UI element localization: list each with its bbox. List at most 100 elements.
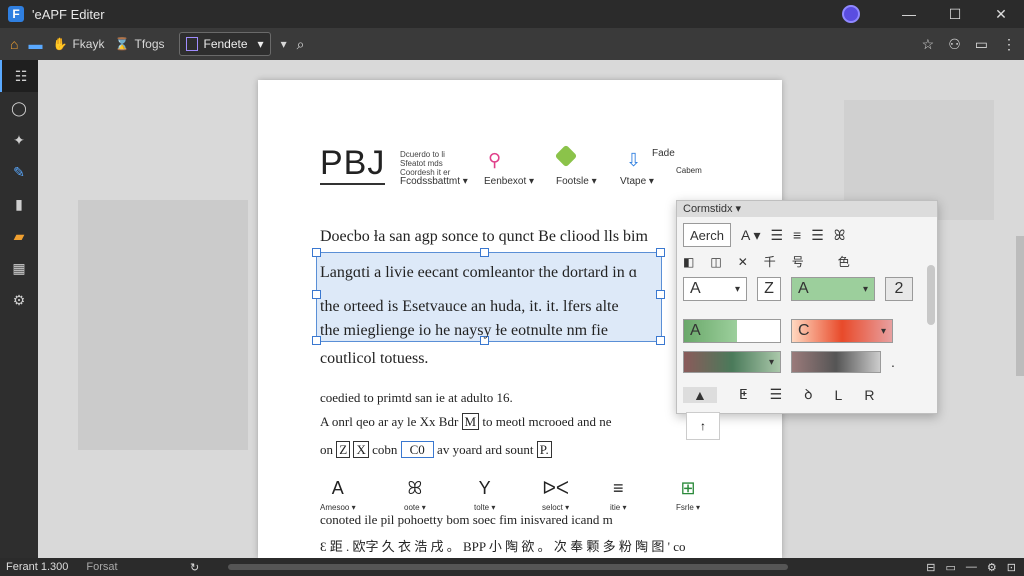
grid-icon[interactable]: ▦ xyxy=(0,252,38,284)
fullscreen-icon[interactable]: ⊡ xyxy=(1007,561,1016,574)
pen-icon[interactable]: ✎ xyxy=(0,156,38,188)
ribbon-item[interactable]: Fcodssbattmt ▾ xyxy=(400,176,468,187)
folder-icon[interactable]: ▰ xyxy=(0,220,38,252)
minus-icon[interactable]: ▬ xyxy=(28,36,42,52)
format-option[interactable]: Ytolte ▾ xyxy=(474,478,495,513)
palette-swatch[interactable] xyxy=(791,351,881,373)
arrow-up-icon[interactable]: ↑ xyxy=(686,412,720,440)
panel-scrollbar[interactable] xyxy=(927,265,935,325)
panel-tool[interactable]: R xyxy=(864,387,874,403)
border-icon[interactable]: ◫ xyxy=(710,255,721,269)
format-option[interactable]: 色 xyxy=(838,253,850,270)
close-icon[interactable]: ✕ xyxy=(978,0,1024,28)
ribbon-item[interactable]: Eenbexot ▾ xyxy=(484,176,534,187)
highlight-swatch[interactable]: A xyxy=(683,319,781,343)
lasso-icon[interactable]: ◯ xyxy=(0,92,38,124)
gear-icon[interactable]: ⚙ xyxy=(0,284,38,316)
bookmark-icon[interactable]: ▭ xyxy=(975,36,988,53)
body-small-line: coedied to primtd san ie at adulto 16. xyxy=(320,390,513,405)
ribbon-item[interactable]: Vtape ▾ xyxy=(620,176,654,187)
font-size-select[interactable]: A ▾ xyxy=(683,277,747,301)
more-icon[interactable]: ⋮ xyxy=(1002,36,1016,53)
star-icon[interactable]: ☆ xyxy=(922,36,935,53)
cube-icon[interactable] xyxy=(554,144,578,168)
panel-tool[interactable]: ꝺ xyxy=(804,385,812,404)
resize-handle[interactable] xyxy=(656,290,665,299)
home-icon[interactable]: ⌂ xyxy=(10,36,18,52)
font-color-dropdown[interactable]: A ▾ xyxy=(741,227,760,244)
form-box[interactable]: P. xyxy=(536,441,552,458)
download-icon[interactable]: ⇩ xyxy=(626,150,646,170)
align-right-icon[interactable]: ☰ xyxy=(811,227,824,244)
text-fragment: to meotl mcrooed and ne xyxy=(482,414,612,429)
chevron-down-icon[interactable]: ▾ xyxy=(281,37,287,51)
fkayk-label: Fkayk xyxy=(72,37,105,51)
panel-tool[interactable]: L xyxy=(835,387,843,403)
magic-icon[interactable]: ✦ xyxy=(0,124,38,156)
form-box[interactable]: M xyxy=(461,413,480,430)
body-small-line: Ɛ 距 . 欧字 久 衣 浩 戌 。 BPP 小 陶 欲 。 次 奉 颗 多 粉… xyxy=(320,539,686,554)
align-left-icon[interactable]: ☰ xyxy=(770,227,783,244)
strikethrough-button[interactable]: Z xyxy=(757,277,781,301)
molecule-icon[interactable]: ⚲ xyxy=(488,150,508,170)
ribbon-item[interactable]: Footsle ▾ xyxy=(556,176,597,187)
palette-swatch[interactable]: ▾ xyxy=(683,351,781,373)
format-option[interactable]: 千 xyxy=(764,253,776,270)
fill-icon[interactable]: ◧ xyxy=(683,255,694,269)
panel-title[interactable]: Cormstidx ▾ xyxy=(677,201,937,217)
zoom-bar-icon[interactable]: — xyxy=(966,561,977,573)
font-settings-icon[interactable]: ꕤ xyxy=(834,227,846,244)
selected-text-line: the mieglienge io he naysy ɫe eotnulte n… xyxy=(320,322,608,339)
fit-page-icon[interactable]: ⊟ xyxy=(926,561,935,574)
text-fragment: A onrl qeo ar ay le Xx Bdr xyxy=(320,414,459,429)
profile-avatar[interactable] xyxy=(842,5,860,23)
resize-handle[interactable] xyxy=(480,248,489,257)
body-text-line: Doecbo ɫa san agp sonce to qunct Be clio… xyxy=(320,228,648,245)
panel-tool[interactable]: ⵟ xyxy=(739,386,748,403)
format-option[interactable]: ꕤ oote ▾ xyxy=(404,478,426,513)
body-small-line: conoted ile pil pohoetty bom soec fim in… xyxy=(320,512,613,527)
fkayk-button[interactable]: ✋ Fkayk xyxy=(52,37,104,51)
chevron-down-icon: ▾ xyxy=(862,283,868,295)
fill-swatch[interactable]: C ▾ xyxy=(791,319,893,343)
left-sidebar: ☷ ◯ ✦ ✎ ▮ ▰ ▦ ⚙ xyxy=(0,60,40,558)
format-option[interactable]: A Amesoo ▾ xyxy=(320,478,356,513)
background-shape xyxy=(78,200,248,450)
search-icon[interactable]: ⌕ xyxy=(297,36,305,53)
gear-icon[interactable]: ⚙ xyxy=(987,561,997,574)
resize-handle[interactable] xyxy=(656,336,665,345)
title-bar: F 'eAPF Editer — ☐ ✕ xyxy=(0,0,1024,28)
minimize-icon[interactable]: — xyxy=(886,0,932,28)
user-settings-icon[interactable]: ⚇ xyxy=(948,36,961,53)
zoom-slider[interactable] xyxy=(228,564,788,570)
move-up-button[interactable]: ▲ xyxy=(683,386,717,403)
text-color-select[interactable]: A ▾ xyxy=(791,277,875,301)
app-title: 'eAPF Editer xyxy=(32,6,105,22)
chevron-down-icon: ▾ xyxy=(257,37,264,51)
maximize-icon[interactable]: ☐ xyxy=(932,0,978,28)
list-icon[interactable]: ☷ xyxy=(0,60,40,92)
panel-tool[interactable]: ☰ xyxy=(770,386,783,403)
format-status[interactable]: Forsat xyxy=(86,561,117,573)
bookmark-icon[interactable]: ▮ xyxy=(0,188,38,220)
refresh-icon[interactable]: ↻ xyxy=(190,561,199,574)
form-box[interactable]: Z xyxy=(336,441,351,458)
vertical-scrollbar[interactable] xyxy=(1016,236,1024,376)
body-text-line: coutlicol totuess. xyxy=(320,350,429,367)
align-center-icon[interactable]: ≡ xyxy=(793,227,801,243)
tfogs-button[interactable]: ⌛ Tfogs xyxy=(114,37,164,51)
resize-handle[interactable] xyxy=(312,248,321,257)
format-option[interactable]: ≡ itie ▾ xyxy=(610,478,626,513)
format-option[interactable]: ᐅᐸ seloct ▾ xyxy=(542,478,569,513)
form-input-box[interactable]: C0 xyxy=(400,441,434,458)
format-option[interactable]: ⊞ Fsrle ▾ xyxy=(676,478,700,513)
font-field[interactable]: Aerch xyxy=(683,223,731,247)
view-dropdown[interactable]: Fendete ▾ xyxy=(178,32,271,56)
page-view-icon[interactable]: ▭ xyxy=(946,561,956,574)
format-option[interactable]: 号 xyxy=(792,253,804,270)
line-spacing-button[interactable]: 2 xyxy=(885,277,913,301)
text-fragment: cobn xyxy=(372,442,398,457)
form-box[interactable]: X xyxy=(353,441,369,458)
clear-icon[interactable]: ✕ xyxy=(738,255,748,269)
resize-handle[interactable] xyxy=(656,248,665,257)
